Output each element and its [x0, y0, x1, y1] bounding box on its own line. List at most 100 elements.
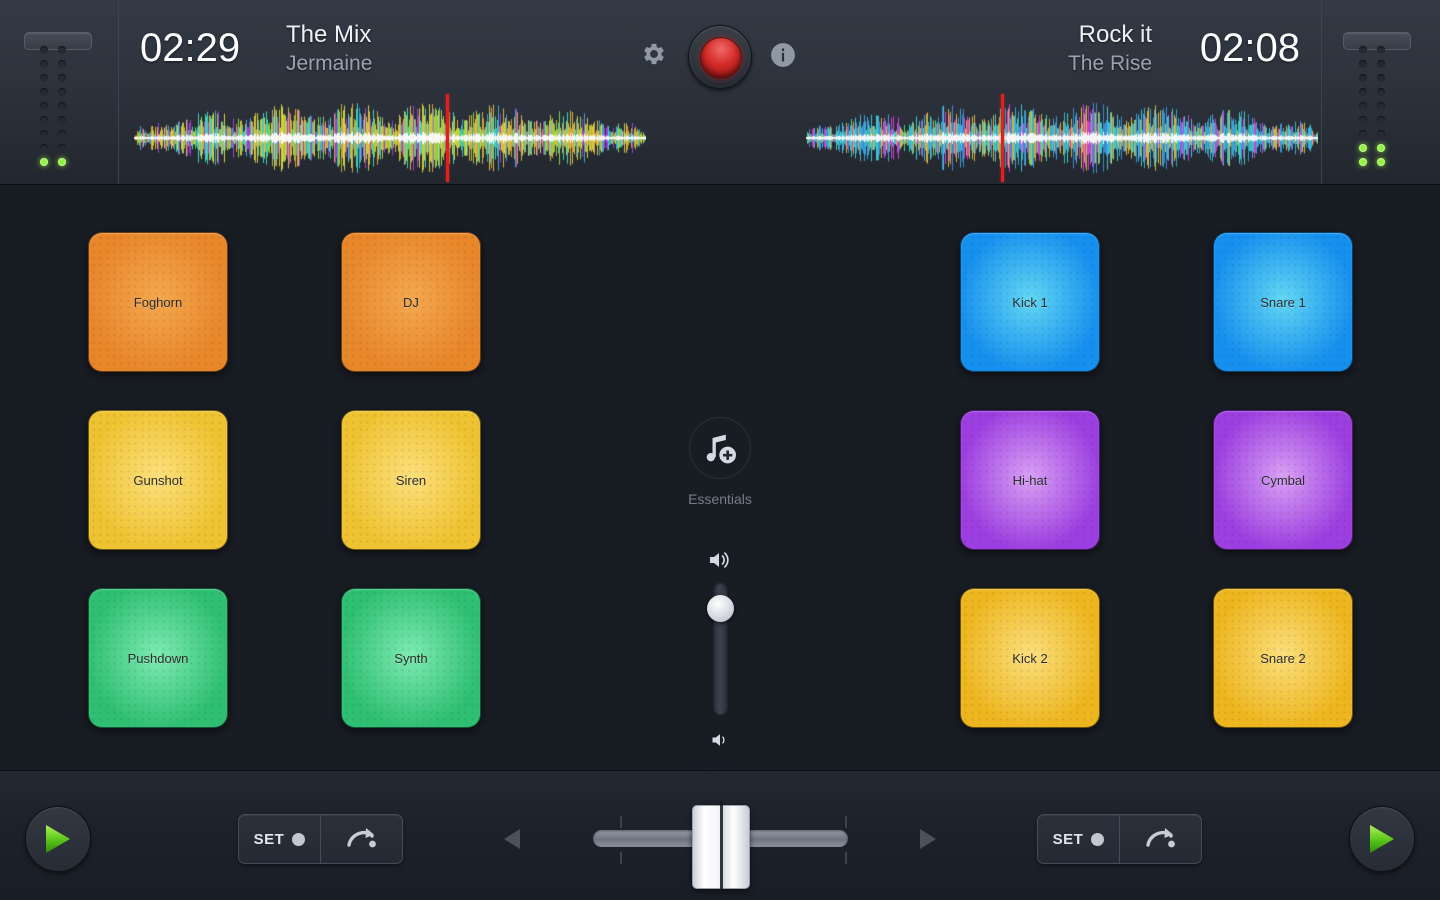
sample-pad[interactable]: Kick 2 [960, 588, 1100, 728]
pad-label: Foghorn [133, 294, 183, 310]
sample-pad[interactable]: Synth [341, 588, 481, 728]
pad-label: Snare 1 [1260, 294, 1306, 310]
deck-left-track-title: The Mix [286, 21, 372, 48]
header-center-tools [620, 22, 820, 89]
crossfader-tick [845, 852, 847, 864]
pad-label: Siren [395, 472, 427, 488]
vu-dot [58, 74, 66, 82]
deck-left-track-meta: The Mix Jermaine [286, 20, 372, 78]
vu-dot [40, 102, 48, 110]
triangle-left-icon[interactable] [502, 828, 522, 855]
vu-dot [58, 116, 66, 124]
pad-label: Kick 1 [1012, 294, 1048, 310]
vu-dot [1359, 46, 1367, 54]
waveform-left[interactable] [118, 92, 658, 184]
jump-cue-button-left[interactable] [320, 815, 402, 863]
pad-label: Cymbal [1260, 472, 1306, 488]
essentials-label: Essentials [688, 491, 752, 507]
sample-pad[interactable]: DJ [341, 232, 481, 372]
sample-pad[interactable]: Snare 1 [1213, 232, 1353, 372]
deck-right-track-title: Rock it [1078, 21, 1152, 48]
vu-dot [58, 60, 66, 68]
vu-dot [58, 158, 66, 166]
cue-controls-left: SET [238, 814, 403, 864]
speaker-high-icon [705, 548, 733, 577]
jump-arrow-icon [1145, 828, 1175, 848]
pad-label: Snare 2 [1260, 650, 1306, 666]
pad-label: Pushdown [127, 650, 189, 666]
sample-pad-grid: Foghorn DJ Gunshot Siren Pushdown Synth Kick … [0, 185, 1440, 822]
crossfader[interactable] [490, 800, 950, 895]
vu-dot [1377, 46, 1385, 54]
play-icon [1370, 825, 1394, 853]
deck-right-header: 02:08 Rock it The Rise [790, 0, 1322, 92]
vu-dot [40, 60, 48, 68]
vu-dot [1359, 116, 1367, 124]
vu-dot [1359, 144, 1367, 152]
deck-right-track-artist: The Rise [1067, 52, 1152, 75]
waveform-right[interactable] [790, 92, 1322, 184]
volume-slider-knob[interactable] [707, 595, 734, 623]
crossfader-tick [620, 816, 622, 828]
jump-cue-button-right[interactable] [1119, 815, 1201, 863]
vu-dot [58, 102, 66, 110]
vu-dot [1377, 158, 1385, 166]
gear-icon[interactable] [640, 40, 668, 68]
vu-dot [40, 88, 48, 96]
vu-dot [40, 144, 48, 152]
vu-dot [1359, 60, 1367, 68]
vu-meter-right [1343, 22, 1417, 172]
set-dot-right-icon [1091, 832, 1105, 846]
vu-dot [1359, 74, 1367, 82]
sample-pad[interactable]: Foghorn [88, 232, 228, 372]
vu-dot [40, 116, 48, 124]
vu-dot [1377, 88, 1385, 96]
vu-dot [58, 130, 66, 138]
pad-label: DJ [403, 294, 419, 310]
play-button-right[interactable] [1349, 806, 1415, 872]
vu-dot [1359, 158, 1367, 166]
vu-dot [1377, 60, 1385, 68]
deck-right-track-meta: Rock it The Rise [1068, 20, 1152, 78]
volume-slider[interactable] [655, 548, 785, 768]
waveform-right-playhead [1000, 94, 1004, 182]
vu-meter-left [24, 22, 98, 172]
record-button[interactable] [688, 25, 752, 89]
vu-dot [58, 144, 66, 152]
sample-pad[interactable]: Kick 1 [960, 232, 1100, 372]
essentials-button[interactable]: Essentials [655, 417, 785, 507]
vu-dot [40, 46, 48, 54]
set-dot-left-icon [292, 832, 306, 846]
music-note-add-icon [689, 417, 751, 479]
deck-left-time: 02:29 [140, 26, 241, 70]
info-icon[interactable] [770, 42, 796, 68]
crossfader-tick [620, 852, 622, 864]
crossfader-tick [845, 816, 847, 828]
sample-pad[interactable]: Gunshot [88, 410, 228, 550]
pad-label: Gunshot [133, 472, 183, 488]
vu-dot [58, 88, 66, 96]
sample-pad[interactable]: Snare 2 [1213, 588, 1353, 728]
play-button-left[interactable] [25, 806, 91, 872]
vu-dot [1359, 130, 1367, 138]
sample-pad[interactable]: Siren [341, 410, 481, 550]
set-cue-button-left[interactable]: SET [239, 815, 320, 863]
set-cue-button-right[interactable]: SET [1038, 815, 1119, 863]
record-icon [700, 37, 742, 79]
sample-pad[interactable]: Pushdown [88, 588, 228, 728]
vu-dot [1377, 102, 1385, 110]
speaker-low-icon [709, 730, 731, 755]
set-label-right: SET [1052, 830, 1084, 848]
set-label-left: SET [253, 830, 285, 848]
sample-pad[interactable]: Hi-hat [960, 410, 1100, 550]
vu-dot [1377, 74, 1385, 82]
vu-dot [1377, 116, 1385, 124]
crossfader-knob[interactable] [691, 801, 750, 895]
triangle-right-icon[interactable] [918, 828, 938, 855]
vu-dot [1377, 144, 1385, 152]
vu-dot [40, 74, 48, 82]
deck-right-time: 02:08 [1199, 26, 1300, 70]
sample-pad[interactable]: Cymbal [1213, 410, 1353, 550]
jump-arrow-icon [346, 828, 376, 848]
deck-header-bar: 02:29 The Mix Jermaine 02:08 Rock it The… [0, 0, 1440, 185]
